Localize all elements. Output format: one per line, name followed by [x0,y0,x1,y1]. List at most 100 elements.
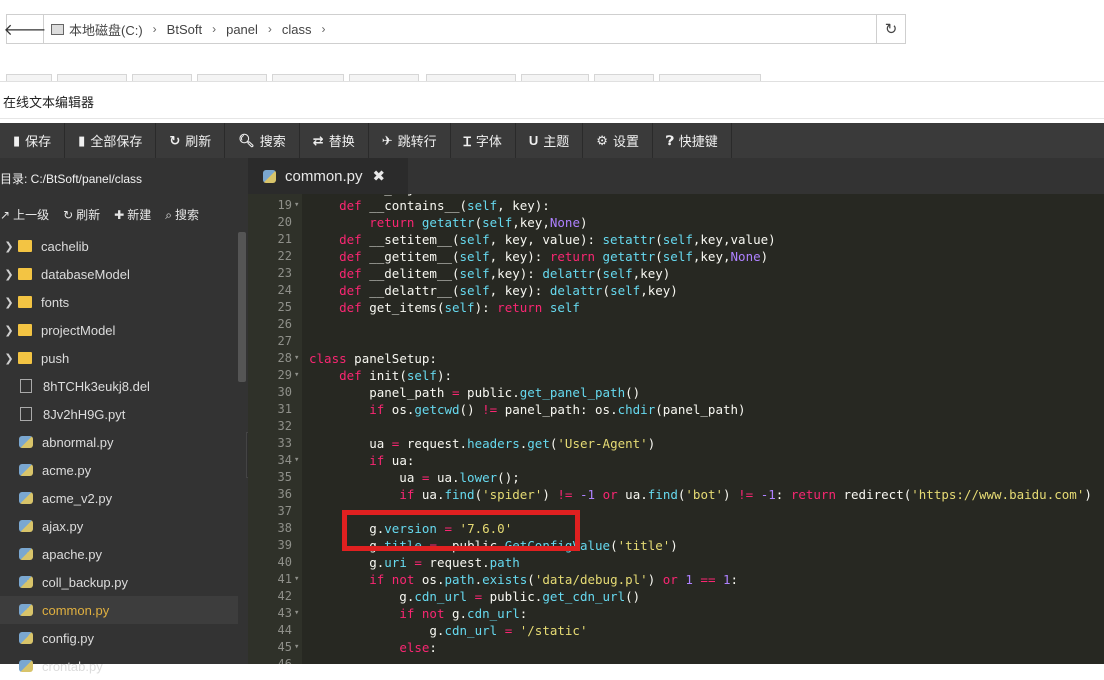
file-tree-item[interactable]: acme_v2.py [0,484,238,512]
chevron-right-icon[interactable]: › [322,22,326,36]
code-text: def __delitem__(self,key): delattr(self,… [339,266,671,281]
sidebar-scrollbar[interactable] [238,232,246,382]
fold-arrow-icon[interactable]: ▾ [294,197,299,214]
breadcrumb-item-panel[interactable]: panel [226,22,258,37]
line-number: 42 [277,589,292,603]
toolbar-button-3[interactable]: 🔍︎ 搜索 [225,123,300,158]
code-line: 20 return getattr(self,key,None) [248,214,1104,231]
line-number: 46 [277,657,292,664]
file-tree-label: apache.py [42,546,102,562]
file-tree-item[interactable]: ❯ push [0,344,238,372]
sidebar-action-2[interactable]: ✚ 新建 [114,206,151,223]
file-tree-item[interactable]: ❯ cachelib [0,232,238,260]
toolbar-button-5[interactable]: ✈︎ 跳转行 [369,123,451,158]
chevron-right-icon: › [267,22,272,36]
code-line: 42 g.cdn_url = public.get_cdn_url() [248,588,1104,605]
code-text: g.cdn_url = '/static' [309,623,588,638]
sidebar-actions: ↗ 上一级 ↻ 刷新 ✚ 新建 ⌕ 搜索 [0,200,248,228]
toolbar-button-9[interactable]: ❓︎ 快捷键 [653,123,732,158]
arrow-left-icon[interactable]: 🡐 [4,15,46,43]
disk-icon [51,23,64,35]
code-line: 25 def get_items(self): return self [248,299,1104,316]
line-number: 43 [277,606,292,620]
toolbar-button-4[interactable]: ⇄ 替换 [300,123,369,158]
code-line: 29 ▾ def init(self): [248,367,1104,384]
jump-icon: ✈︎ [381,132,393,148]
file-tree-item[interactable]: 8Jv2hH9G.pyt [0,400,238,428]
toolbar-button-2[interactable]: ↻ 刷新 [156,123,226,158]
up-icon: ↗ [0,207,11,222]
file-tree-label: crontab.py [42,658,103,674]
code-text: panel_path = public.get_panel_path() [309,385,641,400]
line-number: 26 [277,317,292,331]
breadcrumb-item-disk[interactable]: 本地磁盘(C:) [69,20,143,39]
toolbar-button-6[interactable]: Ɪ 字体 [451,123,516,158]
toolbar-button-8[interactable]: ⚙ 设置 [583,123,653,158]
file-tree-item[interactable]: abnormal.py [0,428,238,456]
toolbar-button-1[interactable]: ▮ 全部保存 [65,123,157,158]
code-text: def __setitem__(self, key, value): setat… [339,232,776,247]
toolbar-button-7[interactable]: U 主题 [516,123,584,158]
toolbar-button-label: 设置 [612,134,639,149]
fold-arrow-icon[interactable]: ▾ [294,571,299,588]
file-tree-item[interactable]: ❯ fonts [0,288,238,316]
toolbar-button-label: 快捷键 [678,134,718,149]
toolbar-button-0[interactable]: ▮ 保存 [0,123,66,158]
file-tree-item[interactable]: config.py [0,624,238,652]
plus-icon: ✚ [114,207,125,222]
close-icon[interactable]: ✖ [373,167,386,185]
file-tree-item[interactable]: common.py [0,596,238,624]
refresh-icon[interactable]: ↻ [876,15,905,43]
breadcrumb-item-btsoft[interactable]: BtSoft [167,22,202,37]
code-line: 45 ▾ else: [248,639,1104,656]
sidebar-action-3[interactable]: ⌕ 搜索 [165,206,199,223]
code-text: def __delattr__(self, key): delattr(self… [339,283,678,298]
file-tree-item[interactable]: apache.py [0,540,238,568]
file-tree-item[interactable]: crontab.py [0,652,238,680]
fold-arrow-icon[interactable]: ▾ [294,350,299,367]
code-text: return getattr(self,key,None) [369,215,588,230]
chevron-right-icon: ❯ [4,268,14,281]
code-text: if not g.cdn_url: [399,606,528,621]
code-text: ua = request.headers.get('User-Agent') [309,436,656,451]
address-bar[interactable]: 🡐 本地磁盘(C:) › BtSoft › panel › class › ↻ [4,14,906,44]
breadcrumb-item-class[interactable]: class [282,22,312,37]
fold-arrow-icon[interactable]: ▾ [294,452,299,469]
python-file-icon [19,576,33,588]
code-editor[interactable]: 18class dict_obj:19▾ def __contains__(se… [248,194,1104,664]
tab-common-py[interactable]: common.py ✖ [248,158,408,194]
code-text: if os.getcwd() != panel_path: os.chdir(p… [369,402,746,417]
sidebar-action-1[interactable]: ↻ 刷新 [63,206,100,223]
code-line: 19 ▾ def __contains__(self, key): [248,197,1104,214]
file-tree-item[interactable]: 8hTCHk3eukj8.del [0,372,238,400]
python-file-icon [19,604,33,616]
code-text: if not os.path.exists('data/debug.pl') o… [369,572,739,587]
toolbar-button-label: 替换 [328,134,355,149]
line-number: 23 [277,266,292,280]
file-tree-item[interactable]: ❯ databaseModel [0,260,238,288]
code-line: 28 ▾ class panelSetup: [248,350,1104,367]
fold-arrow-icon[interactable]: ▾ [294,367,299,384]
code-line: 33 ua = request.headers.get('User-Agent'… [248,435,1104,452]
file-tree-label: coll_backup.py [42,574,128,590]
file-tree-item[interactable]: ❯ projectModel [0,316,238,344]
file-tree-item[interactable]: ajax.py [0,512,238,540]
folder-icon [18,352,32,364]
sidebar-action-0[interactable]: ↗ 上一级 [0,206,49,223]
python-file-icon [19,632,33,644]
file-tree-label: projectModel [41,322,116,338]
fold-arrow-icon[interactable]: ▾ [294,639,299,656]
code-line: 22 def __getitem__(self, key): return ge… [248,248,1104,265]
file-tree-item[interactable]: coll_backup.py [0,568,238,596]
line-number: 29 [277,368,292,382]
python-file-icon [263,169,276,183]
line-number: 24 [277,283,292,297]
sidebar-action-label: 搜索 [174,207,199,222]
file-sidebar: 目录: C:/BtSoft/panel/class ↗ 上一级 ↻ 刷新 ✚ 新建 ⌕ 搜索 … [0,158,248,674]
code-text: else: [399,640,437,655]
code-text: def get_items(self): return self [339,300,580,315]
fold-arrow-icon[interactable]: ▾ [294,605,299,622]
file-tree-item[interactable]: acme.py [0,456,238,484]
save-all-icon: ▮ [78,132,86,148]
gear-icon: ⚙ [596,132,608,148]
